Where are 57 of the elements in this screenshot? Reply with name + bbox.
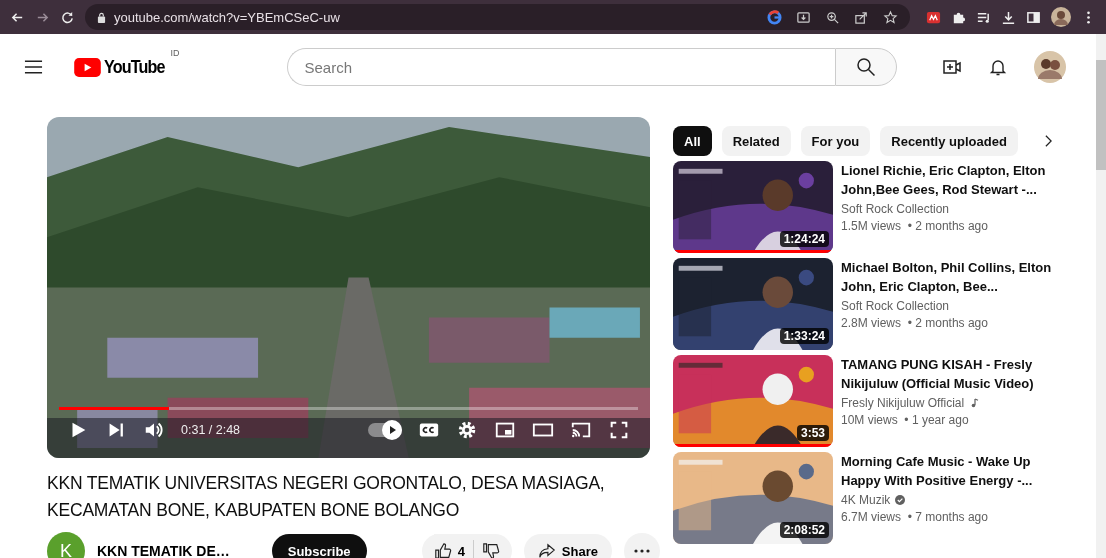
- video-title: KKN TEMATIK UNIVERSITAS NEGERI GORONTALO, DESA MASIAGA, KECAMATAN BONE, KABUPATEN BONE BOLANGO: [47, 472, 606, 522]
- channel-name[interactable]: KKN TEMATIK DE…: [97, 543, 230, 558]
- duration-badge: 2:08:52: [779, 522, 829, 538]
- thumbs-up-icon[interactable]: [433, 542, 452, 558]
- filter-chip[interactable]: Related: [721, 126, 791, 156]
- search-field[interactable]: Search: [287, 48, 836, 86]
- share-button[interactable]: Share: [523, 534, 612, 558]
- duration-badge: 1:33:24: [779, 328, 829, 344]
- video-title[interactable]: Lionel Richie, Eric Clapton, Elton John,Bee Gees, Rod Stewart -...: [841, 161, 1063, 199]
- filter-chip[interactable]: For you: [800, 126, 871, 156]
- settings-icon[interactable]: [456, 419, 478, 441]
- google-icon[interactable]: [767, 9, 782, 25]
- video-stats: 6.7M views • 7 months ago: [841, 510, 989, 524]
- notifications-icon[interactable]: [988, 57, 1008, 77]
- download-icon[interactable]: [1001, 9, 1016, 25]
- video-stats: 2.8M views • 2 months ago: [841, 316, 989, 330]
- channel-name[interactable]: Soft Rock Collection: [841, 202, 950, 216]
- address-bar[interactable]: youtube.com/watch?v=YBEmCSeC-uw: [85, 4, 910, 30]
- video-title[interactable]: Morning Cafe Music - Wake Up Happy With Positive Energy -...: [841, 452, 1063, 490]
- video-stats: 10M views • 1 year ago: [841, 413, 970, 427]
- menu-icon[interactable]: [24, 59, 43, 75]
- star-icon[interactable]: [883, 9, 898, 25]
- reload-icon[interactable]: [60, 9, 75, 25]
- duration-badge: 1:24:24: [779, 231, 829, 247]
- create-icon[interactable]: [942, 57, 962, 77]
- autoplay-toggle[interactable]: [368, 423, 402, 437]
- scrollbar[interactable]: [1096, 34, 1106, 558]
- channel-name[interactable]: Fresly Nikijuluw Official: [841, 396, 965, 410]
- filter-chip[interactable]: Recently uploaded: [880, 126, 1018, 156]
- channel-name[interactable]: Soft Rock Collection: [841, 299, 950, 313]
- side-panel-icon[interactable]: [1026, 9, 1041, 25]
- region-code: ID: [170, 48, 180, 58]
- logo-text[interactable]: YouTube: [104, 56, 165, 78]
- extension-icon[interactable]: [926, 9, 941, 25]
- video-stats: 1.5M views • 2 months ago: [841, 219, 989, 233]
- share-icon[interactable]: [854, 9, 869, 25]
- fullscreen-icon[interactable]: [608, 419, 630, 441]
- avatar[interactable]: [1034, 51, 1066, 83]
- install-icon[interactable]: [796, 9, 811, 25]
- channel-name[interactable]: 4K Muzik: [841, 493, 891, 507]
- like-button[interactable]: 4: [433, 534, 465, 558]
- video-title[interactable]: Michael Bolton, Phil Collins, Elton John, Eric Clapton, Bee...: [841, 258, 1063, 296]
- profile-avatar[interactable]: [1051, 7, 1071, 27]
- duration-badge: 3:53: [796, 425, 829, 441]
- time-display: 0:31 / 2:48: [181, 423, 241, 437]
- filter-chip[interactable]: All: [673, 126, 712, 156]
- dislike-icon[interactable]: [481, 542, 500, 558]
- logo-icon: [74, 57, 101, 77]
- search-button[interactable]: [835, 48, 898, 86]
- next-chevron-icon[interactable]: [1043, 134, 1053, 148]
- video-title[interactable]: TAMANG PUNG KISAH - Fresly Nikijuluw (Official Music Video): [841, 355, 1063, 393]
- subscribe-button[interactable]: Subscribe: [271, 534, 367, 558]
- zoom-icon[interactable]: [825, 9, 840, 25]
- lock-icon: [97, 11, 106, 23]
- search-icon[interactable]: [856, 57, 877, 77]
- share-arrow-icon[interactable]: [537, 542, 556, 558]
- url-text: youtube.com/watch?v=YBEmCSeC-uw: [114, 9, 340, 25]
